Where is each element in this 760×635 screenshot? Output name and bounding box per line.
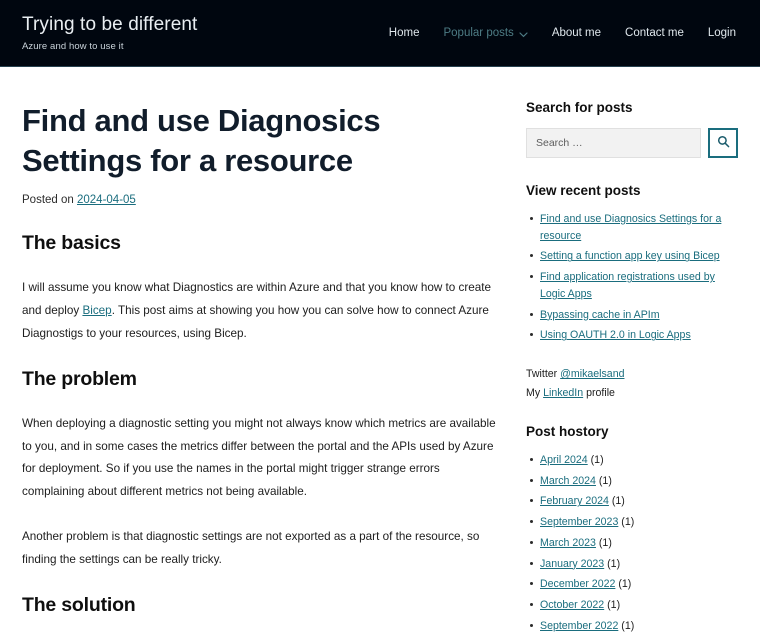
- nav-item-label: Home: [388, 27, 420, 39]
- archive-link[interactable]: September 2023: [540, 516, 618, 528]
- search-form[interactable]: [526, 128, 738, 158]
- recent-post-link[interactable]: Bypassing cache in APIm: [540, 309, 660, 321]
- list-item[interactable]: Find application registrations used by L…: [530, 269, 738, 302]
- twitter-line: Twitter @mikaelsand: [526, 366, 738, 383]
- list-item[interactable]: April 2024 (1): [530, 452, 738, 469]
- nav-item-label: Login: [707, 27, 736, 39]
- widget-search: Search for posts: [526, 100, 738, 158]
- archive-count: (1): [621, 516, 635, 529]
- entry-meta: Posted on 2024-04-05: [22, 194, 504, 206]
- page-body: Find and use Diagnosics Settings for a r…: [0, 67, 760, 632]
- posted-on-label: Posted on: [22, 194, 77, 207]
- linkedin-prefix: My: [526, 387, 544, 400]
- list-item[interactable]: September 2023 (1): [530, 514, 738, 531]
- article-content: Find and use Diagnosics Settings for a r…: [22, 67, 504, 616]
- archive-count: (1): [621, 619, 635, 632]
- search-submit-button[interactable]: [708, 128, 738, 158]
- list-item[interactable]: February 2024 (1): [530, 493, 738, 510]
- page-title: Find and use Diagnosics Settings for a r…: [22, 103, 381, 178]
- nav-item-contact-me[interactable]: Contact me: [625, 27, 684, 39]
- linkedin-link[interactable]: LinkedIn: [543, 387, 583, 399]
- archive-count: (1): [607, 557, 621, 570]
- recent-post-link[interactable]: Setting a function app key using Bicep: [540, 250, 720, 262]
- sidebar: Search for posts View recent posts Find …: [526, 67, 738, 632]
- paragraph-problem-2: Another problem is that diagnostic setti…: [22, 530, 480, 566]
- nav-item-home[interactable]: Home: [389, 27, 420, 39]
- nav-item-label: About me: [551, 27, 602, 39]
- chevron-down-icon: [519, 30, 528, 39]
- section-heading-problem: The problem: [22, 367, 137, 390]
- recent-post-link[interactable]: Find and use Diagnosics Settings for a r…: [540, 213, 721, 242]
- twitter-label: Twitter: [526, 368, 561, 381]
- site-branding[interactable]: Trying to be different Azure and how to …: [22, 14, 197, 53]
- primary-navigation[interactable]: Home Popular posts About me Contact me L…: [389, 27, 738, 39]
- nav-item-label: Contact me: [625, 27, 684, 39]
- section-heading-solution: The solution: [22, 593, 136, 616]
- bicep-link[interactable]: Bicep: [82, 304, 111, 317]
- widget-post-history: Post hostory April 2024 (1) March 2024 (…: [526, 424, 738, 635]
- archive-link[interactable]: January 2023: [540, 558, 604, 570]
- list-item[interactable]: Bypassing cache in APIm: [530, 307, 738, 324]
- site-header: Trying to be different Azure and how to …: [0, 0, 760, 67]
- list-item[interactable]: Find and use Diagnosics Settings for a r…: [530, 211, 738, 244]
- archive-list: April 2024 (1) March 2024 (1) February 2…: [526, 452, 738, 635]
- widget-social-links: Twitter @mikaelsand My LinkedIn profile: [526, 366, 738, 402]
- paragraph-problem-1: When deploying a diagnostic setting you …: [22, 416, 496, 499]
- recent-post-link[interactable]: Using OAUTH 2.0 in Logic Apps: [540, 329, 691, 341]
- list-item[interactable]: September 2022 (1): [530, 618, 738, 635]
- list-item[interactable]: March 2024 (1): [530, 473, 738, 490]
- linkedin-suffix: profile: [583, 387, 615, 400]
- archive-count: (1): [618, 578, 632, 591]
- archive-count: (1): [598, 474, 612, 487]
- section-heading-basics: The basics: [22, 232, 121, 255]
- recent-posts-list: Find and use Diagnosics Settings for a r…: [526, 211, 738, 344]
- widget-recent-posts: View recent posts Find and use Diagnosic…: [526, 183, 738, 344]
- archive-link[interactable]: October 2022: [540, 599, 604, 611]
- linkedin-line: My LinkedIn profile: [526, 385, 738, 402]
- widget-title-post-history: Post hostory: [526, 424, 609, 440]
- search-icon: [717, 135, 730, 151]
- list-item[interactable]: Using OAUTH 2.0 in Logic Apps: [530, 327, 738, 344]
- site-description: Azure and how to use it: [22, 41, 124, 53]
- paragraph-basics: I will assume you know what Diagnostics …: [22, 277, 504, 345]
- archive-link[interactable]: September 2022: [540, 620, 618, 632]
- twitter-handle-link[interactable]: @mikaelsand: [560, 368, 624, 380]
- archive-count: (1): [598, 536, 612, 549]
- archive-link[interactable]: March 2023: [540, 537, 596, 549]
- widget-title-search: Search for posts: [526, 100, 633, 115]
- nav-item-login[interactable]: Login: [708, 27, 736, 39]
- nav-item-about-me[interactable]: About me: [552, 27, 601, 39]
- archive-count: (1): [607, 599, 621, 612]
- list-item[interactable]: Setting a function app key using Bicep: [530, 248, 738, 265]
- nav-item-popular-posts[interactable]: Popular posts: [443, 27, 528, 39]
- archive-link[interactable]: December 2022: [540, 578, 615, 590]
- archive-link[interactable]: March 2024: [540, 475, 596, 487]
- post-date-link[interactable]: 2024-04-05: [77, 194, 136, 206]
- widget-title-recent-posts: View recent posts: [526, 183, 641, 198]
- search-input[interactable]: [526, 128, 701, 158]
- archive-count: (1): [590, 454, 604, 467]
- nav-item-label: Popular posts: [443, 27, 514, 39]
- list-item[interactable]: January 2023 (1): [530, 556, 738, 573]
- archive-count: (1): [611, 495, 625, 508]
- list-item[interactable]: March 2023 (1): [530, 535, 738, 552]
- recent-post-link[interactable]: Find application registrations used by L…: [540, 271, 715, 300]
- site-title[interactable]: Trying to be different: [22, 14, 197, 37]
- list-item[interactable]: December 2022 (1): [530, 576, 738, 593]
- archive-link[interactable]: February 2024: [540, 495, 609, 507]
- archive-link[interactable]: April 2024: [540, 454, 588, 466]
